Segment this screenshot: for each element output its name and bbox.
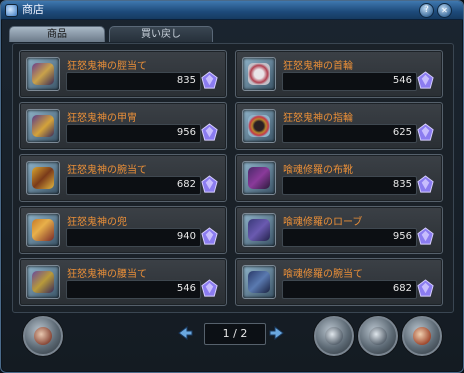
item-price: 682: [392, 283, 412, 294]
shop-item[interactable]: 狂怒鬼神の脛当て 835: [19, 50, 227, 98]
sell-button[interactable]: [23, 316, 63, 356]
gem-currency-icon: [416, 279, 435, 298]
greaves-icon: [26, 57, 60, 91]
hammer-icon: [369, 327, 387, 345]
bag-icon: [413, 327, 431, 345]
necklace-icon: [242, 57, 276, 91]
item-price-box: 940: [66, 228, 201, 247]
bracer-icon: [242, 265, 276, 299]
gem-currency-icon: [416, 227, 435, 246]
item-name: 喰魂修羅の腕当て: [283, 269, 363, 280]
item-name: 狂怒鬼神の脛当て: [67, 61, 147, 72]
hammer-icon: [325, 327, 343, 345]
shop-item[interactable]: 喰魂修羅のローブ 956: [235, 206, 443, 254]
item-price-box: 625: [282, 124, 417, 143]
item-price-box: 546: [282, 72, 417, 91]
gem-currency-icon: [200, 123, 219, 142]
next-page-button[interactable]: [269, 326, 285, 340]
tab-buyback[interactable]: 買い戻し: [109, 26, 213, 42]
item-price: 625: [392, 127, 412, 138]
item-price: 682: [176, 179, 196, 190]
armor-icon: [26, 109, 60, 143]
item-price-box: 956: [282, 228, 417, 247]
gem-currency-icon: [200, 71, 219, 90]
shop-item[interactable]: 狂怒鬼神の指輪 625: [235, 102, 443, 150]
repair-all-button[interactable]: [358, 316, 398, 356]
gem-currency-icon: [200, 175, 219, 194]
item-name: 喰魂修羅のローブ: [283, 217, 363, 228]
item-name: 狂怒鬼神の甲冑: [67, 113, 137, 124]
arrow-right-icon: [269, 326, 284, 340]
title-bar[interactable]: 商店 ? ✕: [1, 1, 463, 20]
item-price-box: 956: [66, 124, 201, 143]
item-price-box: 682: [66, 176, 201, 195]
boots-icon: [242, 161, 276, 195]
item-price: 956: [392, 231, 412, 242]
ring-icon: [242, 109, 276, 143]
helmet-icon: [26, 213, 60, 247]
arrow-left-icon: [178, 326, 193, 340]
close-button[interactable]: ✕: [437, 3, 452, 18]
gem-currency-icon: [200, 227, 219, 246]
page-indicator: 1 / 2: [204, 323, 266, 345]
shop-icon: [5, 4, 18, 17]
shop-footer: 1 / 2: [1, 313, 463, 372]
shop-item[interactable]: 狂怒鬼神の甲冑 956: [19, 102, 227, 150]
gem-currency-icon: [416, 123, 435, 142]
window-title: 商店: [22, 3, 44, 16]
robe-icon: [242, 213, 276, 247]
belt-icon: [26, 265, 60, 299]
item-price-box: 835: [282, 176, 417, 195]
sell-bag-icon: [34, 327, 52, 345]
shop-item[interactable]: 狂怒鬼神の兜 940: [19, 206, 227, 254]
item-price-box: 682: [282, 280, 417, 299]
buy-bag-button[interactable]: [402, 316, 442, 356]
shop-item[interactable]: 喰魂修羅の布靴 835: [235, 154, 443, 202]
item-grid: 狂怒鬼神の脛当て 835 狂怒鬼神の首輪 546 狂怒鬼神の甲冑 956 狂怒鬼…: [12, 43, 454, 313]
item-price: 956: [176, 127, 196, 138]
item-name: 狂怒鬼神の首輪: [283, 61, 353, 72]
item-price: 546: [176, 283, 196, 294]
shop-window: 商店 ? ✕ 商品 買い戻し 狂怒鬼神の脛当て 835 狂怒鬼神の首輪 546 …: [0, 0, 464, 373]
repair-button[interactable]: [314, 316, 354, 356]
shop-item[interactable]: 狂怒鬼神の首輪 546: [235, 50, 443, 98]
item-name: 狂怒鬼神の腕当て: [67, 165, 147, 176]
item-name: 狂怒鬼神の腰当て: [67, 269, 147, 280]
tab-products[interactable]: 商品: [9, 26, 105, 42]
gem-currency-icon: [416, 175, 435, 194]
shop-item[interactable]: 狂怒鬼神の腰当て 546: [19, 258, 227, 306]
help-button[interactable]: ?: [419, 3, 434, 18]
item-name: 狂怒鬼神の指輪: [283, 113, 353, 124]
bracer-icon: [26, 161, 60, 195]
gem-currency-icon: [200, 279, 219, 298]
item-name: 狂怒鬼神の兜: [67, 217, 127, 228]
item-name: 喰魂修羅の布靴: [283, 165, 353, 176]
item-price-box: 835: [66, 72, 201, 91]
item-price-box: 546: [66, 280, 201, 299]
gem-currency-icon: [416, 71, 435, 90]
item-price: 546: [392, 75, 412, 86]
shop-item[interactable]: 喰魂修羅の腕当て 682: [235, 258, 443, 306]
item-price: 835: [176, 75, 196, 86]
prev-page-button[interactable]: [177, 326, 193, 340]
item-price: 835: [392, 179, 412, 190]
shop-item[interactable]: 狂怒鬼神の腕当て 682: [19, 154, 227, 202]
item-price: 940: [176, 231, 196, 242]
